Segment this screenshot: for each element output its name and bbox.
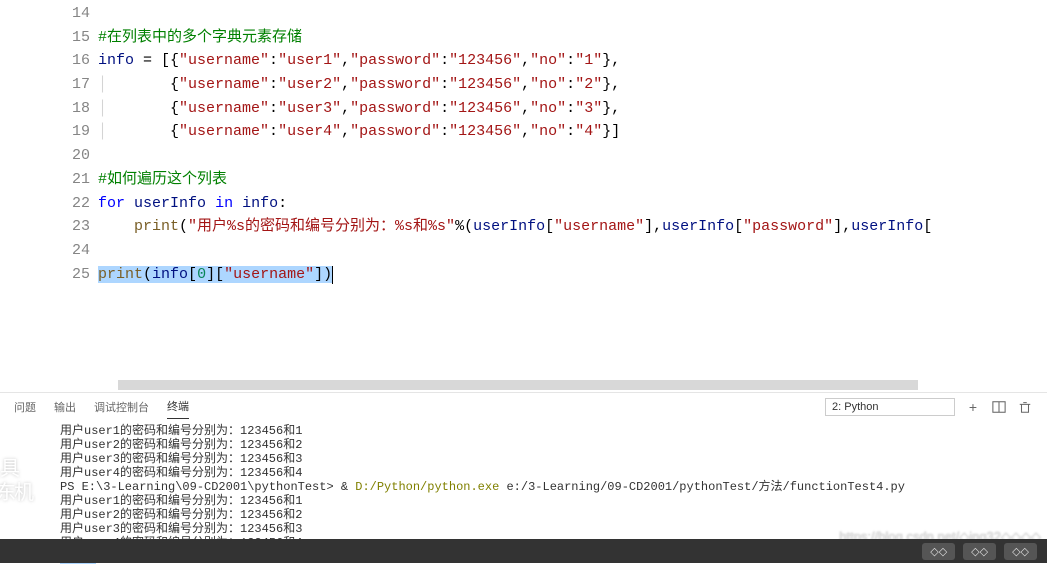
terminal-select[interactable]: 2: Python: [825, 398, 955, 416]
line-number-gutter: 141516171819202122232425: [58, 0, 98, 380]
horizontal-scrollbar-thumb[interactable]: [118, 380, 918, 390]
video-control-bar: ◇◇ ◇◇ ◇◇: [0, 539, 1047, 563]
tab-problems[interactable]: 问题: [14, 395, 36, 419]
kill-terminal-icon[interactable]: [1017, 399, 1033, 415]
video-btn-1[interactable]: ◇◇: [922, 543, 955, 560]
tab-output[interactable]: 输出: [54, 395, 76, 419]
split-terminal-icon[interactable]: [991, 399, 1007, 415]
editor-area: 141516171819202122232425 #在列表中的多个字典元素存储i…: [0, 0, 1047, 380]
tab-terminal[interactable]: 终端: [167, 394, 189, 419]
tab-debug-console[interactable]: 调试控制台: [94, 395, 149, 419]
video-btn-2[interactable]: ◇◇: [963, 543, 996, 560]
watermark-logo: [0, 448, 36, 508]
video-btn-3[interactable]: ◇◇: [1004, 543, 1037, 560]
editor-left-pad: [0, 0, 58, 380]
new-terminal-icon[interactable]: +: [965, 399, 981, 415]
panel-tabs: 问题 输出 调试控制台 终端 2: Python +: [0, 392, 1047, 420]
code-content[interactable]: #在列表中的多个字典元素存储info = [{"username":"user1…: [98, 0, 1047, 380]
horizontal-scrollbar[interactable]: [118, 380, 1027, 392]
panel-right-controls: 2: Python +: [825, 398, 1033, 416]
